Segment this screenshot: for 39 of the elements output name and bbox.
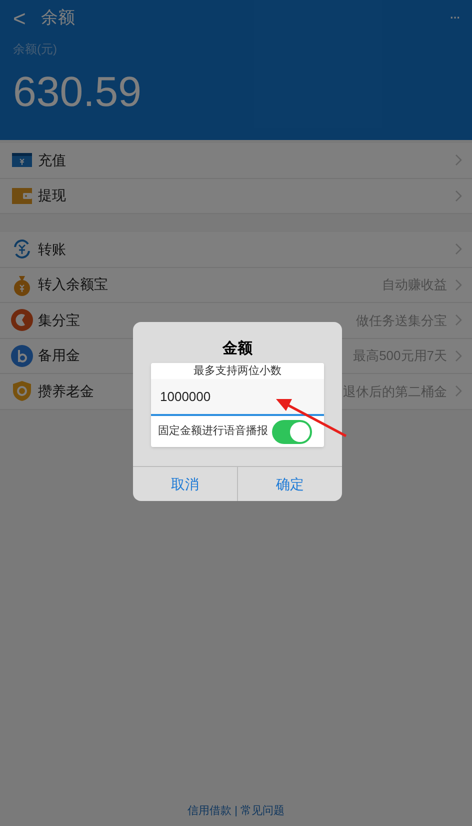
row-label: 提现 (38, 186, 66, 206)
chevron-right-icon (455, 243, 462, 256)
chevron-right-icon (455, 314, 462, 326)
page-title: 余额 (41, 7, 75, 30)
balance-label: 余额(元) (13, 41, 57, 58)
dialog-title: 金额 (222, 339, 252, 359)
back-button[interactable]: < (13, 2, 29, 34)
card-icon (12, 153, 32, 168)
amount-input[interactable]: 1000000 (151, 379, 324, 416)
row-label: 充值 (38, 150, 66, 170)
menu-row[interactable]: 提现 (0, 178, 472, 214)
row-label: 攒养老金 (38, 382, 94, 401)
shield-icon (12, 380, 32, 402)
row-label: 转入余额宝 (38, 275, 108, 294)
chevron-right-icon (455, 350, 462, 362)
toggle-label: 固定金额进行语音播报 (158, 424, 268, 440)
confirm-button[interactable]: 确定 (238, 467, 342, 501)
chevron-right-icon (455, 278, 462, 291)
transfer-icon (12, 239, 32, 260)
more-button[interactable]: ··· (449, 6, 459, 30)
row-label: 转账 (38, 240, 66, 259)
chevron-right-icon (455, 190, 462, 202)
link-separator: | (234, 804, 238, 818)
balance-amount: 630.59 (13, 67, 142, 117)
cancel-button[interactable]: 取消 (133, 467, 238, 501)
menu-row[interactable]: 转账 (0, 232, 472, 268)
menu-row[interactable]: 充值 (0, 143, 472, 178)
letter-b-icon (11, 344, 33, 367)
faq-link[interactable]: 常见问题 (240, 802, 284, 819)
chevron-right-icon (455, 154, 462, 166)
points-icon (11, 309, 33, 332)
chevron-right-icon (455, 385, 462, 398)
credit-loan-link[interactable]: 信用借款 (188, 802, 232, 819)
voice-toggle[interactable] (272, 420, 312, 444)
wallet-icon (12, 188, 32, 204)
hint-text: 最多支持两位小数 (192, 364, 282, 379)
money-bag-icon (12, 274, 32, 296)
row-label: 集分宝 (38, 310, 80, 330)
row-label: 备用金 (38, 346, 80, 366)
